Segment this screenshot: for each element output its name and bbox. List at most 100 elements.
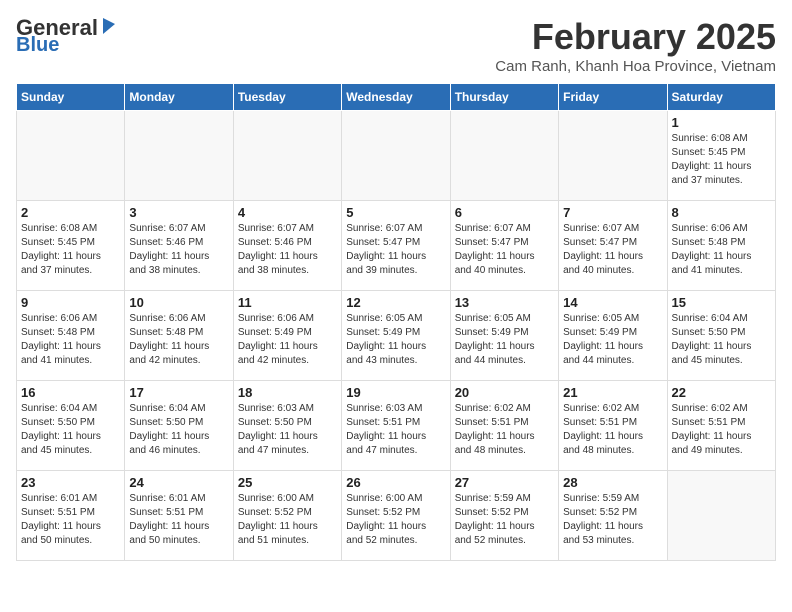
header-day-monday: Monday (125, 84, 233, 111)
calendar-cell: 7 Sunrise: 6:07 AM Sunset: 5:47 PM Daylig… (559, 201, 667, 291)
calendar-cell: 9 Sunrise: 6:06 AM Sunset: 5:48 PM Daylig… (17, 291, 125, 381)
calendar-cell: 13 Sunrise: 6:05 AM Sunset: 5:49 PM Dayli… (450, 291, 558, 381)
day-info: Sunrise: 6:06 AM Sunset: 5:48 PM Dayligh… (21, 312, 120, 368)
day-number: 2 (21, 205, 120, 220)
calendar-cell: 3 Sunrise: 6:07 AM Sunset: 5:46 PM Daylig… (125, 201, 233, 291)
week-row-2: 2 Sunrise: 6:08 AM Sunset: 5:45 PM Daylig… (17, 201, 776, 291)
calendar-cell: 2 Sunrise: 6:08 AM Sunset: 5:45 PM Daylig… (17, 201, 125, 291)
calendar-cell: 6Sunrise: 6:07 AM Sunset: 5:47 PM Daylig… (450, 201, 558, 291)
calendar-cell: 4Sunrise: 6:07 AM Sunset: 5:46 PM Daylig… (233, 201, 341, 291)
day-number: 26 (346, 475, 445, 490)
calendar-cell: 27 Sunrise: 5:59 AM Sunset: 5:52 PM Dayli… (450, 471, 558, 561)
day-number: 7 (563, 205, 662, 220)
day-info: Sunrise: 6:08 AM Sunset: 5:45 PM Dayligh… (21, 222, 120, 278)
calendar-cell: 25Sunrise: 6:00 AM Sunset: 5:52 PM Dayli… (233, 471, 341, 561)
day-info: Sunrise: 6:02 AM Sunset: 5:51 PM Dayligh… (455, 402, 554, 458)
day-info: Sunrise: 6:07 AM Sunset: 5:47 PM Dayligh… (346, 222, 445, 278)
calendar-cell (667, 471, 775, 561)
day-info: Sunrise: 6:08 AM Sunset: 5:45 PM Dayligh… (672, 132, 771, 188)
calendar-cell: 5Sunrise: 6:07 AM Sunset: 5:47 PM Daylig… (342, 201, 450, 291)
day-number: 14 (563, 295, 662, 310)
day-number: 16 (21, 385, 120, 400)
calendar-cell: 20 Sunrise: 6:02 AM Sunset: 5:51 PM Dayli… (450, 381, 558, 471)
day-number: 8 (672, 205, 771, 220)
header-day-saturday: Saturday (667, 84, 775, 111)
calendar-cell: 22Sunrise: 6:02 AM Sunset: 5:51 PM Dayli… (667, 381, 775, 471)
header-day-thursday: Thursday (450, 84, 558, 111)
week-row-5: 23 Sunrise: 6:01 AM Sunset: 5:51 PM Dayli… (17, 471, 776, 561)
day-info: Sunrise: 6:04 AM Sunset: 5:50 PM Dayligh… (129, 402, 228, 458)
day-info: Sunrise: 6:02 AM Sunset: 5:51 PM Dayligh… (563, 402, 662, 458)
calendar-cell (342, 111, 450, 201)
day-info: Sunrise: 5:59 AM Sunset: 5:52 PM Dayligh… (563, 492, 662, 548)
day-number: 18 (238, 385, 337, 400)
day-info: Sunrise: 5:59 AM Sunset: 5:52 PM Dayligh… (455, 492, 554, 548)
day-info: Sunrise: 6:04 AM Sunset: 5:50 PM Dayligh… (21, 402, 120, 458)
calendar-cell: 18 Sunrise: 6:03 AM Sunset: 5:50 PM Dayli… (233, 381, 341, 471)
day-info: Sunrise: 6:01 AM Sunset: 5:51 PM Dayligh… (21, 492, 120, 548)
day-info: Sunrise: 6:04 AM Sunset: 5:50 PM Dayligh… (672, 312, 771, 368)
day-info: Sunrise: 6:00 AM Sunset: 5:52 PM Dayligh… (346, 492, 445, 548)
calendar-cell: 17 Sunrise: 6:04 AM Sunset: 5:50 PM Dayli… (125, 381, 233, 471)
day-info: Sunrise: 6:07 AM Sunset: 5:46 PM Dayligh… (129, 222, 228, 278)
day-number: 10 (129, 295, 228, 310)
day-info: Sunrise: 6:05 AM Sunset: 5:49 PM Dayligh… (455, 312, 554, 368)
title-area: February 2025 Cam Ranh, Khanh Hoa Provin… (495, 16, 776, 75)
day-info: Sunrise: 6:06 AM Sunset: 5:49 PM Dayligh… (238, 312, 337, 368)
day-number: 28 (563, 475, 662, 490)
month-title: February 2025 (495, 16, 776, 58)
location: Cam Ranh, Khanh Hoa Province, Vietnam (495, 58, 776, 75)
calendar-cell: 8 Sunrise: 6:06 AM Sunset: 5:48 PM Daylig… (667, 201, 775, 291)
page-header: General Blue February 2025 Cam Ranh, Kha… (16, 16, 776, 75)
header-day-wednesday: Wednesday (342, 84, 450, 111)
day-info: Sunrise: 6:03 AM Sunset: 5:51 PM Dayligh… (346, 402, 445, 458)
calendar-cell: 26 Sunrise: 6:00 AM Sunset: 5:52 PM Dayli… (342, 471, 450, 561)
day-number: 23 (21, 475, 120, 490)
calendar-cell: 10 Sunrise: 6:06 AM Sunset: 5:48 PM Dayli… (125, 291, 233, 381)
day-number: 9 (21, 295, 120, 310)
day-number: 15 (672, 295, 771, 310)
day-number: 19 (346, 385, 445, 400)
calendar-cell: 12Sunrise: 6:05 AM Sunset: 5:49 PM Dayli… (342, 291, 450, 381)
calendar-cell: 11 Sunrise: 6:06 AM Sunset: 5:49 PM Dayli… (233, 291, 341, 381)
day-info: Sunrise: 6:07 AM Sunset: 5:46 PM Dayligh… (238, 222, 337, 278)
calendar-cell: 15 Sunrise: 6:04 AM Sunset: 5:50 PM Dayli… (667, 291, 775, 381)
day-number: 12 (346, 295, 445, 310)
calendar-cell (233, 111, 341, 201)
calendar-cell: 14 Sunrise: 6:05 AM Sunset: 5:49 PM Dayli… (559, 291, 667, 381)
calendar-cell: 1 Sunrise: 6:08 AM Sunset: 5:45 PM Daylig… (667, 111, 775, 201)
calendar-cell: 24 Sunrise: 6:01 AM Sunset: 5:51 PM Dayli… (125, 471, 233, 561)
calendar-cell: 16 Sunrise: 6:04 AM Sunset: 5:50 PM Dayli… (17, 381, 125, 471)
day-number: 3 (129, 205, 228, 220)
calendar-cell (559, 111, 667, 201)
header-day-friday: Friday (559, 84, 667, 111)
calendar-cell (125, 111, 233, 201)
calendar-cell: 28 Sunrise: 5:59 AM Sunset: 5:52 PM Dayli… (559, 471, 667, 561)
header-day-tuesday: Tuesday (233, 84, 341, 111)
day-number: 24 (129, 475, 228, 490)
logo: General Blue (16, 16, 115, 55)
calendar-cell: 19 Sunrise: 6:03 AM Sunset: 5:51 PM Dayli… (342, 381, 450, 471)
day-number: 20 (455, 385, 554, 400)
day-number: 1 (672, 115, 771, 130)
day-info: Sunrise: 6:06 AM Sunset: 5:48 PM Dayligh… (129, 312, 228, 368)
calendar-header: SundayMondayTuesdayWednesdayThursdayFrid… (17, 84, 776, 111)
calendar-cell: 21 Sunrise: 6:02 AM Sunset: 5:51 PM Dayli… (559, 381, 667, 471)
day-info: Sunrise: 6:05 AM Sunset: 5:49 PM Dayligh… (563, 312, 662, 368)
calendar-body: 1 Sunrise: 6:08 AM Sunset: 5:45 PM Daylig… (17, 111, 776, 561)
day-number: 17 (129, 385, 228, 400)
header-row: SundayMondayTuesdayWednesdayThursdayFrid… (17, 84, 776, 111)
day-info: Sunrise: 6:02 AM Sunset: 5:51 PM Dayligh… (672, 402, 771, 458)
header-day-sunday: Sunday (17, 84, 125, 111)
day-info: Sunrise: 6:06 AM Sunset: 5:48 PM Dayligh… (672, 222, 771, 278)
day-number: 11 (238, 295, 337, 310)
logo-arrow-icon (101, 18, 115, 39)
day-info: Sunrise: 6:00 AM Sunset: 5:52 PM Dayligh… (238, 492, 337, 548)
day-number: 21 (563, 385, 662, 400)
day-info: Sunrise: 6:07 AM Sunset: 5:47 PM Dayligh… (563, 222, 662, 278)
day-info: Sunrise: 6:01 AM Sunset: 5:51 PM Dayligh… (129, 492, 228, 548)
day-info: Sunrise: 6:03 AM Sunset: 5:50 PM Dayligh… (238, 402, 337, 458)
day-number: 27 (455, 475, 554, 490)
day-number: 13 (455, 295, 554, 310)
calendar-cell: 23 Sunrise: 6:01 AM Sunset: 5:51 PM Dayli… (17, 471, 125, 561)
